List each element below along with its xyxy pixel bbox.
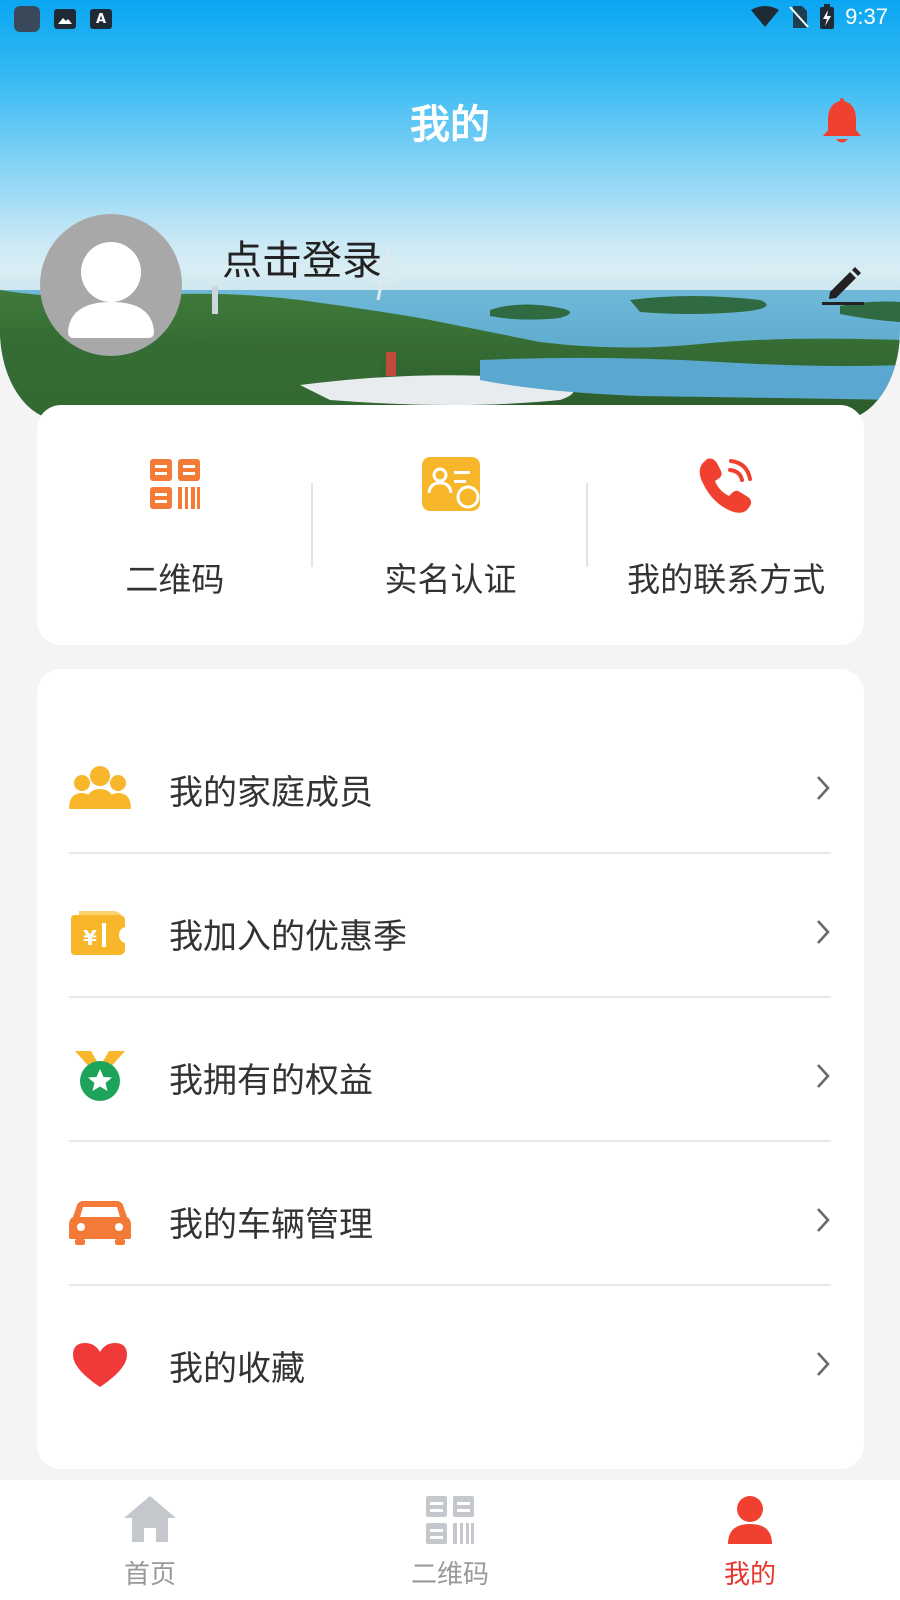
login-link[interactable]: 点击登录 [222,228,382,286]
menu-label: 我加入的优惠季 [169,917,407,957]
wifi-icon [751,6,780,27]
divider [69,1140,831,1142]
family-icon [69,766,131,809]
menu-label: 我拥有的权益 [169,1061,373,1101]
menu-item-family[interactable]: 我的家庭成员 [37,715,864,859]
quick-action-contact[interactable]: 我的联系方式 [588,405,864,645]
status-time: 9:37 [845,4,888,29]
home-icon [124,1496,176,1542]
chevron-right-icon [817,1352,830,1376]
quick-action-label: 二维码 [125,560,225,599]
menu-item-discount-season[interactable]: ¥ 我加入的优惠季 [37,859,864,1003]
nav-tab-home[interactable]: 首页 [0,1480,300,1600]
quick-action-realname[interactable]: 实名认证 [313,405,589,645]
menu-label: 我的车辆管理 [169,1205,373,1245]
quick-action-qrcode[interactable]: 二维码 [37,405,313,645]
nav-label: 首页 [123,1560,176,1590]
menu-item-vehicles[interactable]: 我的车辆管理 [37,1147,864,1291]
battery-charging-icon [820,4,835,29]
nav-label: 我的 [723,1560,776,1590]
a-icon: A [90,9,112,29]
qrcode-icon [149,459,200,509]
header-banner [0,0,900,420]
medal-icon [75,1051,125,1101]
heart-icon [73,1343,127,1387]
menu-label: 我的家庭成员 [169,773,373,813]
avatar[interactable] [40,214,182,356]
id-card-icon [421,457,480,511]
bottom-nav: 首页 二维码 我的 [0,1480,900,1600]
quick-action-label: 实名认证 [384,560,517,599]
app-icon [14,6,40,32]
nav-tab-mine[interactable]: 我的 [600,1480,900,1600]
phone-icon [699,458,753,513]
quick-actions-card: 二维码 实名认证 我的联系方式 [37,405,864,645]
chevron-right-icon [817,1208,830,1232]
quick-action-label: 我的联系方式 [627,560,826,599]
divider [69,996,831,998]
banner-landscape-image [0,249,900,420]
car-icon [69,1201,131,1245]
status-bar: A 9:37 [0,0,900,38]
menu-card: 我的家庭成员 ¥ 我加入的优惠季 我拥有的权益 我的车辆管理 我的收藏 [37,669,864,1469]
bell-icon[interactable] [820,96,864,146]
user-icon [728,1496,772,1544]
divider [69,852,831,854]
user-avatar-icon [68,242,154,338]
page-title: 我的 [410,102,490,148]
qrcode-icon [426,1496,474,1544]
chevron-right-icon [817,920,830,944]
menu-item-benefits[interactable]: 我拥有的权益 [37,1003,864,1147]
chevron-right-icon [817,776,830,800]
menu-item-favorites[interactable]: 我的收藏 [37,1291,864,1435]
menu-label: 我的收藏 [169,1349,305,1389]
nav-tab-qrcode[interactable]: 二维码 [300,1480,600,1600]
chevron-right-icon [817,1064,830,1088]
divider [69,1284,831,1286]
image-icon [54,9,76,29]
nav-label: 二维码 [410,1560,489,1590]
no-sim-icon [789,6,809,28]
svg-text:¥: ¥ [83,926,97,950]
pencil-icon[interactable] [820,262,866,308]
coupon-icon: ¥ [71,911,125,955]
